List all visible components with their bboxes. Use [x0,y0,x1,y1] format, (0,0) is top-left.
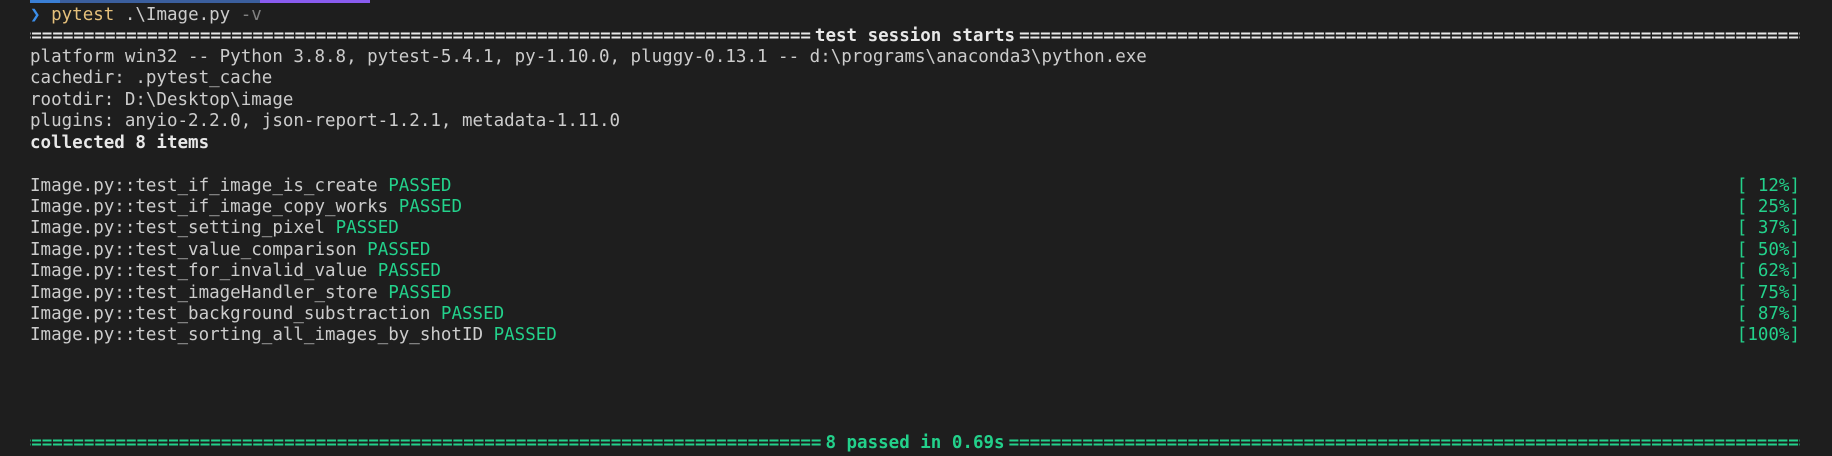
status-passed-badge: PASSED [335,218,399,238]
command-flag: -v [240,5,262,25]
test-name: Image.py::test_imageHandler_store [30,283,378,303]
test-name: Image.py::test_setting_pixel [30,218,326,238]
progress-percent: [100%] [1736,325,1800,345]
test-name: Image.py::test_background_substraction [30,304,431,324]
separator-fill: ========================================… [1008,433,1800,453]
prompt-chevron-icon: ❯ [30,5,41,25]
status-passed-badge: PASSED [440,304,505,324]
test-name: Image.py::test_if_image_is_create [30,176,378,196]
status-passed-badge: PASSED [388,283,452,303]
test-result-row: Image.py::test_sorting_all_images_by_sho… [30,323,1800,348]
status-passed-badge: PASSED [493,325,557,345]
status-passed-badge: PASSED [388,176,452,196]
status-passed-badge: PASSED [367,240,431,260]
test-name: Image.py::test_value_comparison [30,240,357,260]
separator-fill: ========================================… [30,433,822,453]
test-name: Image.py::test_if_image_copy_works [30,197,389,217]
terminal-window[interactable]: ❯ pytest .\Image.py -v =================… [0,0,1832,454]
command-args: .\Image.py [124,5,231,25]
status-passed-badge: PASSED [398,197,462,217]
command-name: pytest [51,5,115,25]
summary-separator: ========================================… [30,431,1800,456]
test-name: Image.py::test_sorting_all_images_by_sho… [30,325,484,345]
test-name: Image.py::test_for_invalid_value [30,261,368,281]
collected-line: collected 8 items [30,133,210,153]
status-passed-badge: PASSED [377,261,441,281]
summary-label: 8 passed in 0.69s [825,433,1005,453]
